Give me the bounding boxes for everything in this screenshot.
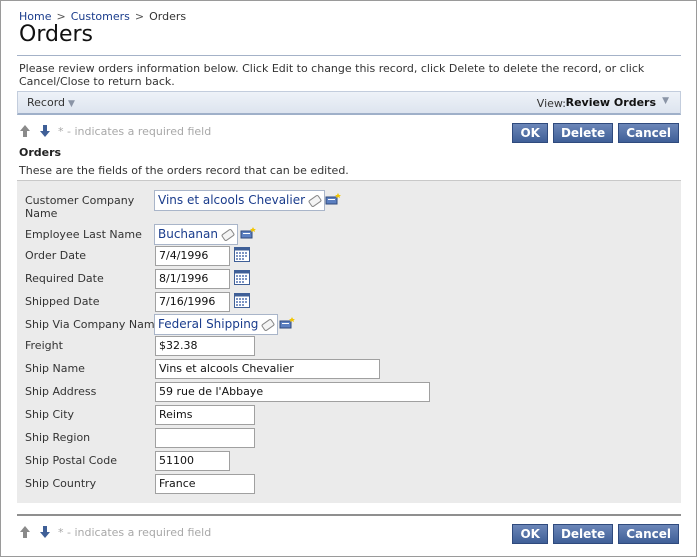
ship-country-label: Ship Country [25,477,97,490]
ship-postal-code-label: Ship Postal Code [25,454,117,467]
new-item-icon[interactable] [240,227,256,239]
arrow-up-icon[interactable] [19,525,31,539]
required-date-label: Required Date [25,272,104,285]
ship-postal-code-input[interactable]: 51100 [155,451,230,471]
page-title: Orders [19,22,93,47]
calendar-icon[interactable] [234,293,250,308]
new-item-icon[interactable] [325,193,341,205]
ship-via-company-name-label: Ship Via Company Name [25,318,162,331]
ship-country-input[interactable]: France [155,474,255,494]
calendar-icon[interactable] [234,247,250,262]
ship-via-company-name-value: Federal Shipping [158,317,259,331]
order-date-input[interactable]: 7/4/1996 [155,246,230,266]
shipped-date-label: Shipped Date [25,295,100,308]
employee-last-name-lookup[interactable]: Buchanan [154,224,238,245]
new-item-icon[interactable] [279,317,295,329]
bottom-toolbar: * - indicates a required field [19,525,211,543]
customer-company-name-lookup[interactable]: Vins et alcools Chevalier [154,190,326,211]
order-date-label: Order Date [25,249,87,262]
top-button-group: OK Delete Cancel [507,123,679,143]
title-divider [17,55,681,56]
ship-address-input[interactable]: 59 rue de l'Abbaye [155,382,430,402]
employee-last-name-value: Buchanan [158,227,218,241]
breadcrumb-separator: > [134,10,145,23]
clear-icon[interactable] [220,227,236,242]
freight-label: Freight [25,339,63,352]
ship-address-label: Ship Address [25,385,97,398]
ship-city-input[interactable]: Reims [155,405,255,425]
bottom-button-group: OK Delete Cancel [507,524,679,544]
page-description: Please review orders information below. … [19,62,645,88]
ok-button[interactable]: OK [512,524,548,544]
required-field-note: * - indicates a required field [58,525,212,539]
ship-via-company-name-lookup[interactable]: Federal Shipping [154,314,279,335]
customer-company-name-label: Customer Company Name [25,194,135,220]
view-label: View: [536,97,566,110]
category-description: These are the fields of the orders recor… [19,164,349,177]
cancel-button[interactable]: Cancel [618,123,679,143]
breadcrumb-current: Orders [149,10,187,23]
required-date-input[interactable]: 8/1/1996 [155,269,230,289]
chevron-down-icon: ▼ [68,99,75,109]
ship-region-input[interactable] [155,428,255,448]
ship-name-input[interactable]: Vins et alcools Chevalier [155,359,380,379]
freight-input[interactable]: $32.38 [155,336,255,356]
shipped-date-input[interactable]: 7/16/1996 [155,292,230,312]
ship-city-label: Ship City [25,408,75,421]
ship-region-label: Ship Region [25,431,91,444]
calendar-icon[interactable] [234,270,250,285]
ok-button[interactable]: OK [512,123,548,143]
category-title: Orders [19,146,62,159]
delete-button[interactable]: Delete [552,524,614,544]
delete-button[interactable]: Delete [552,123,614,143]
chevron-down-icon[interactable]: ▼ [662,96,669,106]
clear-icon[interactable] [261,317,276,332]
required-field-note: * - indicates a required field [58,124,212,138]
arrow-down-icon[interactable] [39,525,51,539]
bottom-divider [17,514,681,516]
clear-icon[interactable] [307,193,323,208]
cancel-button[interactable]: Cancel [618,524,679,544]
arrow-up-icon[interactable] [19,124,31,138]
top-toolbar: * - indicates a required field [19,124,211,142]
customer-company-name-value: Vins et alcools Chevalier [158,193,306,207]
view-selector[interactable]: Review Orders [566,96,656,109]
employee-last-name-label: Employee Last Name [25,228,142,241]
ship-name-label: Ship Name [25,362,85,375]
record-menu-label: Record [27,96,66,109]
arrow-down-icon[interactable] [39,124,51,138]
action-bar: Record ▼ View: Review Orders ▼ [17,91,681,115]
record-menu[interactable]: Record ▼ [27,96,75,109]
